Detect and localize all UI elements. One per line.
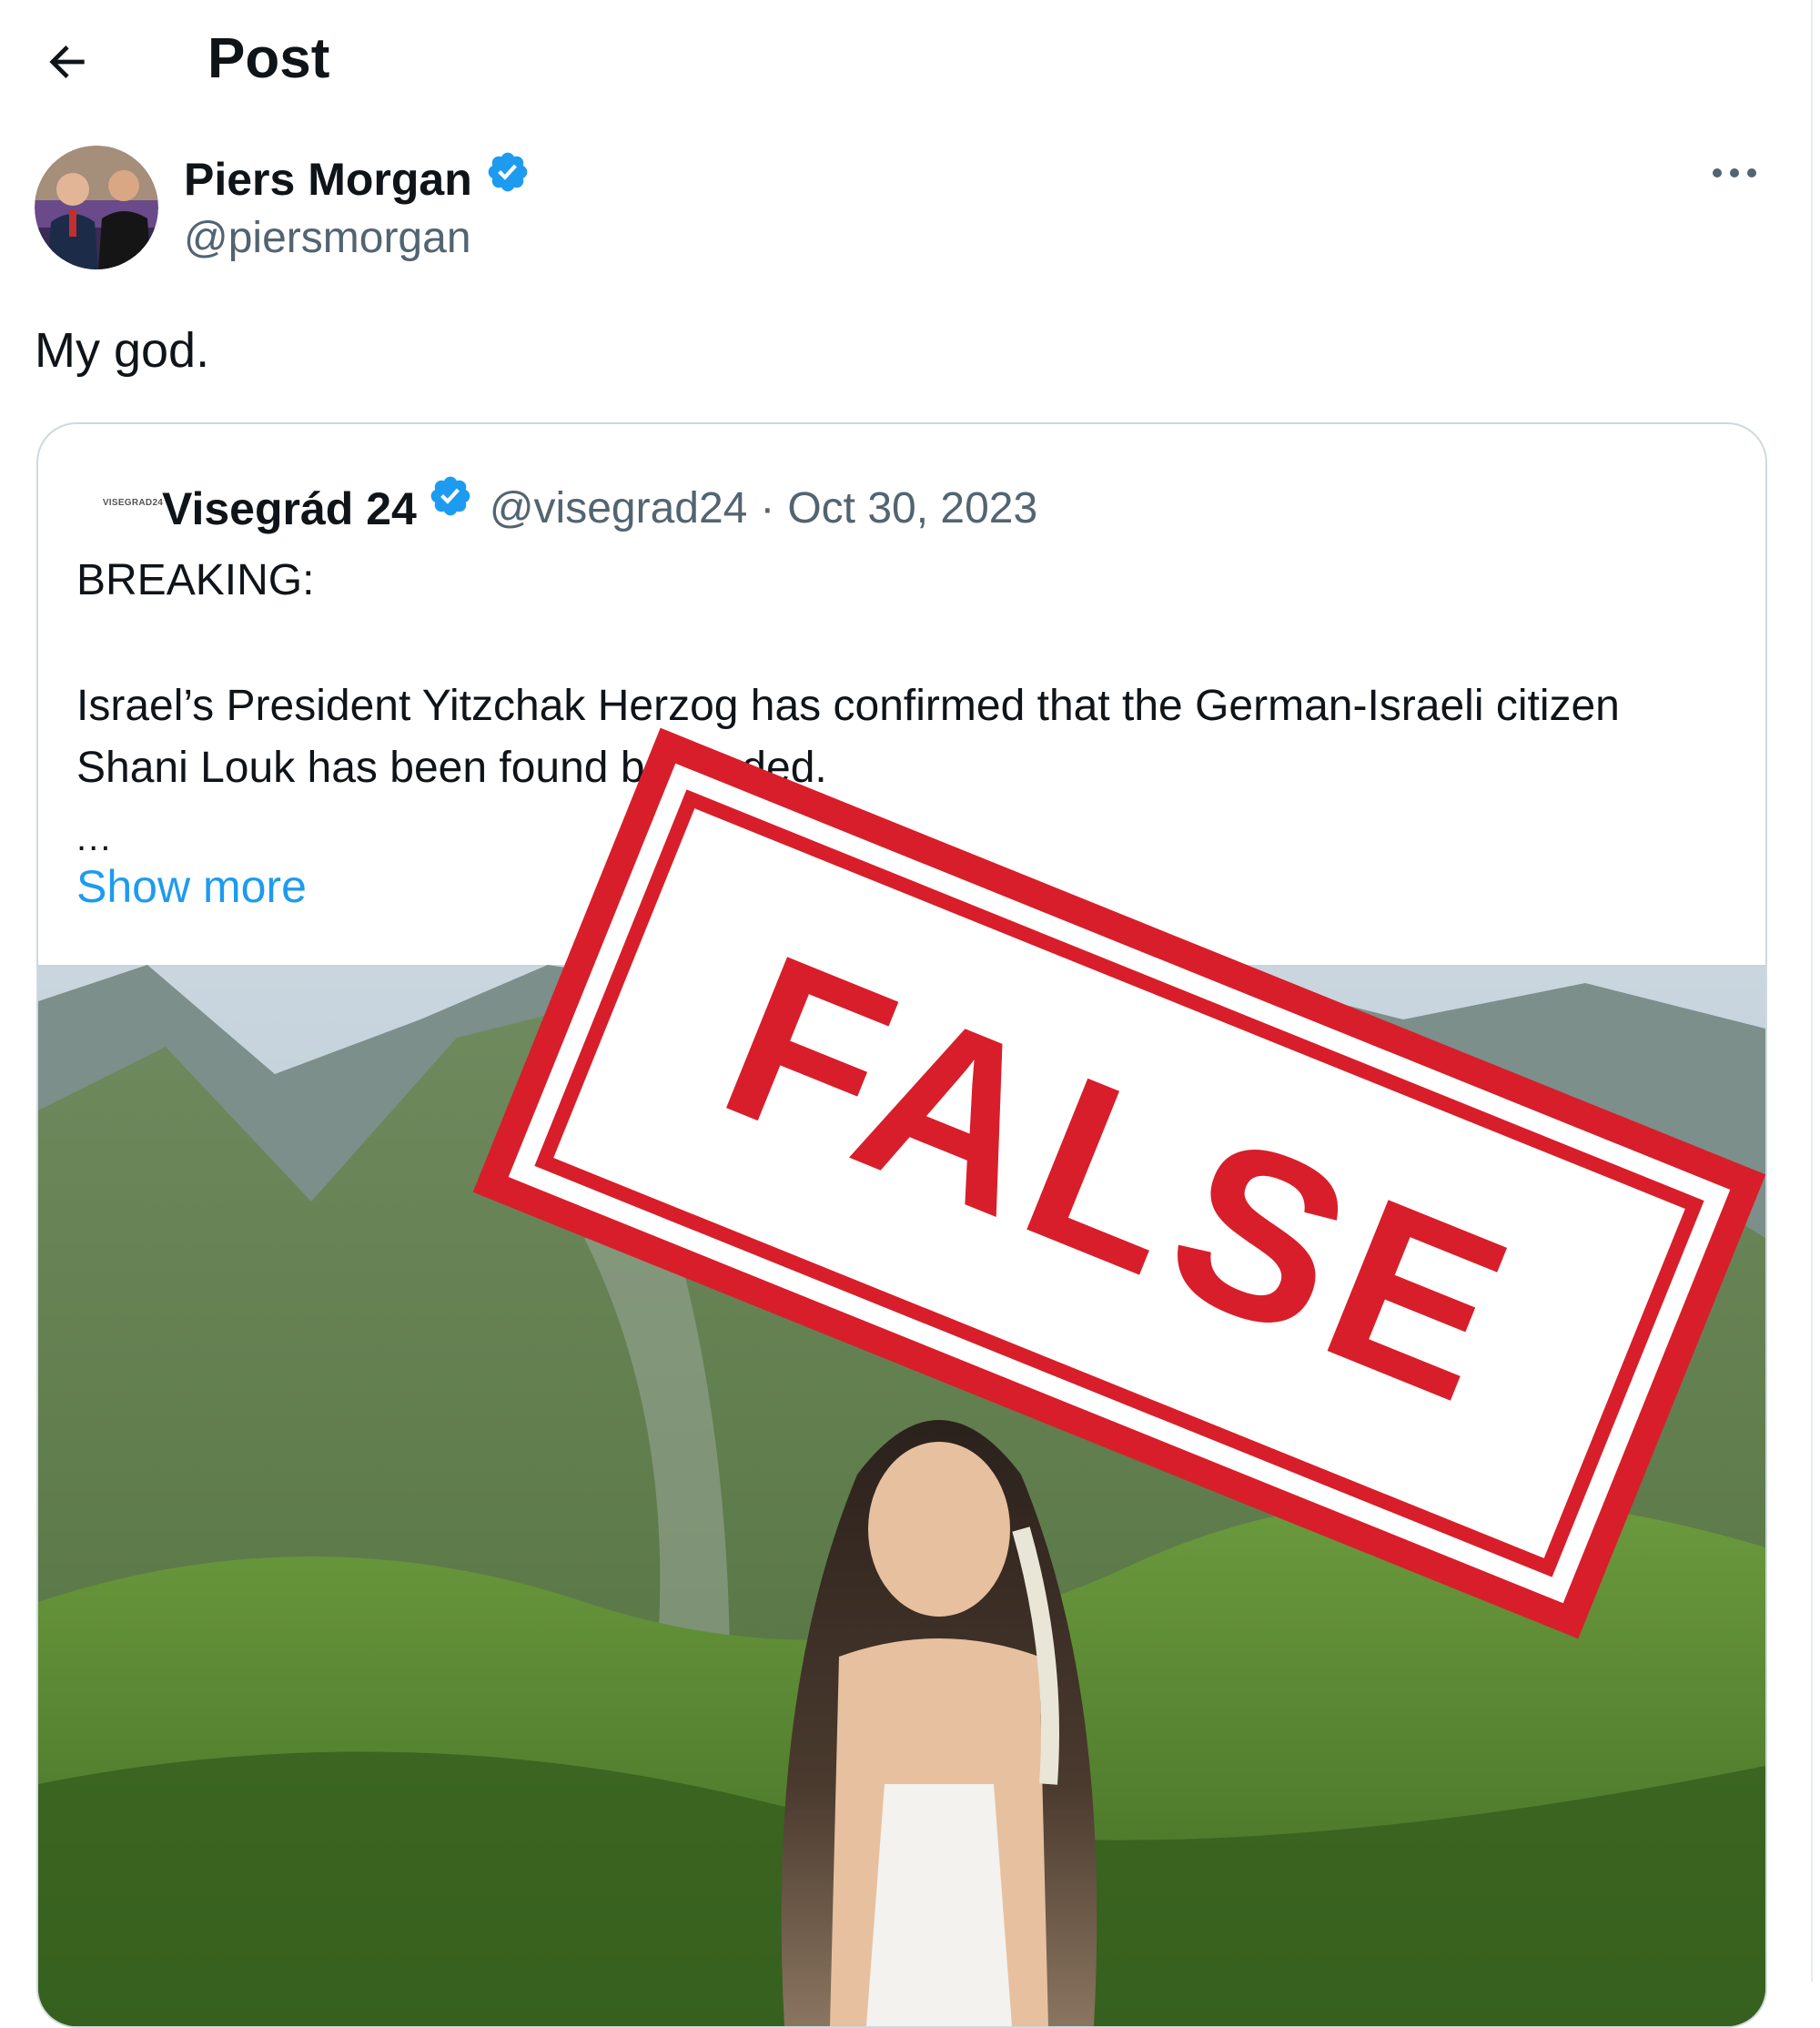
author-name-row[interactable]: Piers Morgan: [184, 149, 531, 208]
show-more-link[interactable]: Show more: [76, 857, 307, 916]
quoted-ellipsis: ...: [76, 818, 113, 858]
quoted-author-handle[interactable]: @visegrad24: [490, 480, 748, 538]
more-horizontal-icon: [1713, 168, 1756, 177]
landscape-photo: [38, 965, 1765, 2026]
quoted-header: Visegrád 24 @visegrad24 · Oct 30, 2023: [162, 473, 1037, 544]
separator-dot: ·: [760, 484, 775, 532]
verified-badge-icon: [485, 149, 531, 208]
arrow-left-icon: [49, 46, 85, 78]
page-title: Post: [207, 27, 330, 90]
verified-badge-icon: [428, 473, 473, 544]
quoted-date[interactable]: Oct 30, 2023: [787, 480, 1037, 538]
quoted-body-text: Israel’s President Yitzchak Herzog has c…: [76, 682, 1620, 792]
quoted-author-name[interactable]: Visegrád 24: [162, 480, 417, 538]
author-handle[interactable]: @piersmorgan: [184, 211, 471, 266]
avatar[interactable]: [35, 146, 158, 269]
quoted-media-image[interactable]: [38, 965, 1765, 2026]
quoted-logo-text: VISEGRAD24: [102, 497, 164, 508]
quoted-breaking-label: BREAKING:: [76, 556, 315, 604]
column-border: [1811, 0, 1813, 1982]
back-button[interactable]: [38, 33, 96, 91]
avatar-photo: [35, 146, 158, 269]
author-name: Piers Morgan: [184, 153, 472, 205]
post-text: My god.: [35, 323, 210, 378]
quoted-post[interactable]: VISEGRAD24 Visegrád 24 @visegrad24 · Oct…: [36, 422, 1767, 2028]
more-button[interactable]: [1707, 155, 1762, 191]
